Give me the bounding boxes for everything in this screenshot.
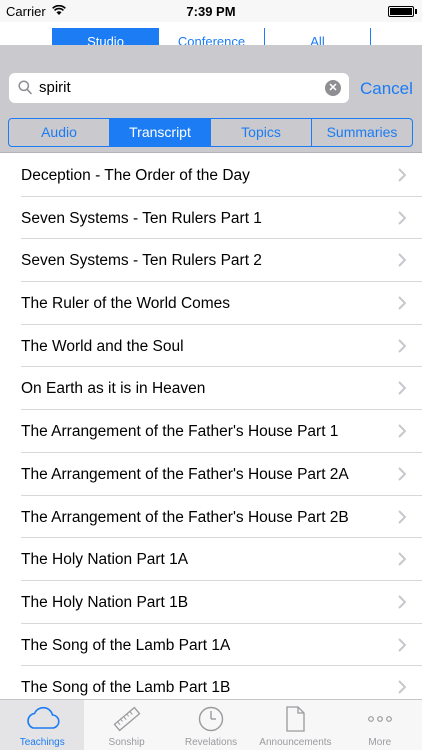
tab-bar: Teachings Sonship Revelations Announceme… — [0, 699, 422, 750]
chevron-right-icon — [398, 680, 407, 699]
chevron-right-icon — [398, 509, 407, 529]
list-item[interactable]: On Earth as it is in Heaven — [21, 367, 422, 411]
search-input[interactable]: spirit ✕ — [9, 73, 349, 103]
tab-label: Sonship — [108, 737, 145, 748]
cancel-button[interactable]: Cancel — [360, 79, 413, 99]
list-item[interactable]: The Song of the Lamb Part 1B — [21, 666, 422, 699]
segment-summaries[interactable]: Summaries — [312, 119, 412, 146]
segment-topics[interactable]: Topics — [211, 119, 312, 146]
list-item-title: On Earth as it is in Heaven — [21, 380, 206, 398]
category-segmented-control[interactable]: Audio Transcript Topics Summaries — [8, 118, 413, 147]
tab-sonship[interactable]: Sonship — [84, 700, 168, 750]
list-item[interactable]: Seven Systems - Ten Rulers Part 1 — [21, 197, 422, 240]
cloud-icon — [0, 705, 84, 735]
document-icon — [253, 705, 337, 735]
chevron-right-icon — [398, 552, 407, 571]
tab-label: More — [368, 737, 392, 748]
list-item-title: Seven Systems - Ten Rulers Part 1 — [21, 209, 262, 227]
list-item[interactable]: The Arrangement of the Father's House Pa… — [21, 453, 422, 496]
chevron-right-icon — [398, 595, 407, 614]
tab-teachings[interactable]: Teachings — [0, 700, 85, 750]
tab-label: Teachings — [19, 737, 65, 748]
list-item-title: The Arrangement of the Father's House Pa… — [21, 508, 349, 526]
tab-more[interactable]: More — [338, 700, 422, 750]
battery-icon — [388, 6, 414, 17]
list-item[interactable]: The Song of the Lamb Part 1A — [21, 624, 422, 667]
chevron-right-icon — [398, 339, 407, 358]
chevron-right-icon — [398, 210, 407, 230]
list-item[interactable]: Seven Systems - Ten Rulers Part 2 — [21, 239, 422, 283]
tab-revelations[interactable]: Revelations — [169, 700, 253, 750]
results-list: Deception - The Order of the Day Seven Sy… — [0, 154, 422, 699]
list-item-title: Seven Systems - Ten Rulers Part 2 — [21, 252, 262, 270]
clear-icon[interactable]: ✕ — [325, 80, 341, 96]
list-item-title: The Arrangement of the Father's House Pa… — [21, 423, 339, 441]
list-item-title: The Arrangement of the Father's House Pa… — [21, 465, 349, 483]
status-bar: Carrier 7:39 PM — [0, 0, 422, 22]
tab-label: Revelations — [184, 737, 238, 748]
chevron-right-icon — [398, 637, 407, 657]
list-item[interactable]: The Arrangement of the Father's House Pa… — [21, 496, 422, 539]
list-item-title: The Song of the Lamb Part 1B — [21, 679, 231, 697]
segment-audio[interactable]: Audio — [9, 119, 110, 146]
chevron-right-icon — [398, 296, 407, 315]
search-bar-container: spirit ✕ Cancel Audio Transcript Topics … — [0, 45, 422, 153]
list-item[interactable]: The Arrangement of the Father's House Pa… — [21, 410, 422, 453]
chevron-right-icon — [398, 168, 407, 187]
chevron-right-icon — [398, 424, 407, 443]
list-item-title: Deception - The Order of the Day — [21, 167, 250, 184]
list-item[interactable]: The Holy Nation Part 1A — [21, 538, 422, 581]
more-icon — [338, 705, 422, 735]
list-item-title: The Ruler of the World Comes — [21, 295, 231, 313]
chevron-right-icon — [398, 253, 407, 272]
list-item-title: The Song of the Lamb Part 1A — [21, 636, 231, 654]
list-item[interactable]: The Holy Nation Part 1B — [21, 581, 422, 624]
list-item[interactable]: The Ruler of the World Comes — [21, 282, 422, 325]
tab-announcements[interactable]: Announcements — [253, 700, 337, 750]
ruler-icon — [84, 705, 168, 735]
chevron-right-icon — [398, 381, 407, 400]
search-query-text: spirit — [39, 79, 71, 96]
list-item-title: The World and the Soul — [21, 337, 184, 355]
list-item-title: The Holy Nation Part 1B — [21, 593, 189, 611]
clock-icon — [169, 705, 253, 735]
search-icon — [18, 80, 32, 100]
battery-cap — [415, 9, 417, 14]
segment-transcript[interactable]: Transcript — [110, 119, 211, 146]
tab-label: Announcements — [259, 737, 332, 748]
list-item-title: The Holy Nation Part 1A — [21, 551, 189, 569]
list-item[interactable]: The World and the Soul — [21, 325, 422, 368]
chevron-right-icon — [398, 467, 407, 486]
status-time: 7:39 PM — [186, 4, 236, 19]
list-item[interactable]: Deception - The Order of the Day — [21, 154, 422, 197]
